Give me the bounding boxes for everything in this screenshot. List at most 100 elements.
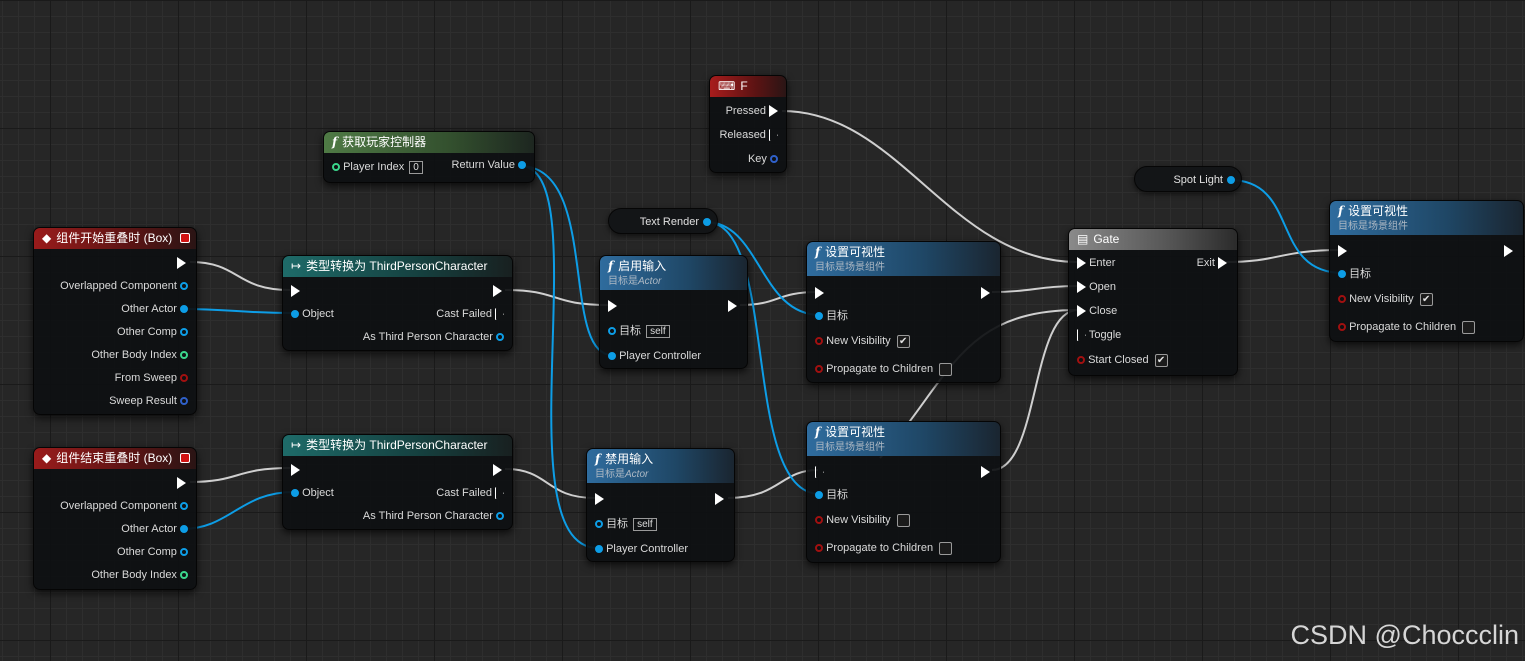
pin-target[interactable]: 目标 self (595, 517, 657, 531)
pin-toggle[interactable]: Toggle (1077, 328, 1121, 342)
exec-out-pin[interactable] (493, 284, 502, 298)
function-f-icon: f (1338, 204, 1344, 218)
node-header[interactable]: ◆ 组件结束重叠时 (Box) (34, 448, 196, 469)
cast-to-character-node[interactable]: ↦ 类型转换为 ThirdPersonCharacter Object Cast … (282, 434, 513, 530)
node-header[interactable]: ◆ 组件开始重叠时 (Box) (34, 228, 196, 249)
variable-output-pin[interactable] (703, 218, 711, 226)
set-visibility-node[interactable]: f 设置可视性 目标是场景组件 目标 New Visibility ✔ Propaga… (1329, 200, 1524, 342)
pin-other-comp[interactable]: Other Comp (117, 325, 188, 339)
pin-enter[interactable]: Enter (1077, 256, 1115, 270)
pin-new-visibility[interactable]: New Visibility ✔ (1338, 292, 1433, 306)
target-self-input[interactable]: self (633, 518, 657, 531)
delegate-pin-icon[interactable] (180, 233, 190, 243)
exec-in-pin[interactable] (815, 465, 824, 479)
start-closed-checkbox[interactable]: ✔ (1154, 353, 1168, 367)
pin-return-value[interactable]: Return Value (452, 158, 526, 172)
input-key-f-node[interactable]: ⌨ F Pressed Released Key (709, 75, 787, 173)
pin-overlapped-component[interactable]: Overlapped Component (60, 499, 188, 513)
exec-out-pin[interactable] (981, 286, 990, 300)
node-header[interactable]: f 设置可视性 目标是场景组件 (807, 422, 1000, 456)
pin-target[interactable]: 目标 (815, 488, 848, 502)
cast-to-character-node[interactable]: ↦ 类型转换为 ThirdPersonCharacter Object Cast … (282, 255, 513, 351)
pin-target[interactable]: 目标 (815, 309, 848, 323)
pin-released[interactable]: Released (719, 128, 778, 142)
variable-output-pin[interactable] (1227, 176, 1235, 184)
node-header[interactable]: f 获取玩家控制器 (324, 132, 534, 153)
pin-pressed[interactable]: Pressed (726, 104, 778, 118)
pin-other-comp[interactable]: Other Comp (117, 545, 188, 559)
pin-key[interactable]: Key (748, 152, 778, 166)
node-header[interactable]: ↦ 类型转换为 ThirdPersonCharacter (283, 435, 512, 456)
pin-object[interactable]: Object (291, 486, 334, 500)
node-header[interactable]: ▤ Gate (1069, 229, 1237, 250)
pin-other-actor[interactable]: Other Actor (121, 302, 188, 316)
exec-in-pin[interactable] (291, 284, 300, 298)
pin-open[interactable]: Open (1077, 280, 1116, 294)
text-render-variable-node[interactable]: Text Render (608, 208, 718, 234)
pin-exit[interactable]: Exit (1197, 256, 1227, 270)
exec-out-pin[interactable] (1504, 244, 1513, 258)
pin-player-controller[interactable]: Player Controller (608, 349, 701, 363)
get-player-controller-node[interactable]: f 获取玩家控制器 Player Index 0 Return Value (323, 131, 535, 183)
pin-overlapped-component[interactable]: Overlapped Component (60, 279, 188, 293)
pin-cast-failed[interactable]: Cast Failed (436, 486, 504, 500)
player-index-input[interactable]: 0 (409, 161, 423, 174)
pin-as-third-person-character[interactable]: As Third Person Character (363, 330, 504, 344)
node-title: 启用输入 (618, 259, 667, 273)
node-title: Gate (1093, 232, 1120, 246)
set-visibility-node[interactable]: f 设置可视性 目标是场景组件 目标 New Visibility Propagat… (806, 421, 1001, 563)
exec-out-pin[interactable] (728, 299, 737, 313)
new-visibility-checkbox[interactable]: ✔ (1419, 292, 1433, 306)
set-visibility-node[interactable]: f 设置可视性 目标是场景组件 目标 New Visibility ✔ Propaga… (806, 241, 1001, 383)
exec-in-pin[interactable] (1338, 244, 1347, 258)
pin-object[interactable]: Object (291, 307, 334, 321)
pin-other-actor[interactable]: Other Actor (121, 522, 188, 536)
pin-player-index[interactable]: Player Index 0 (332, 160, 423, 174)
node-header[interactable]: ⌨ F (710, 76, 786, 97)
target-self-input[interactable]: self (646, 325, 670, 338)
node-header[interactable]: f 设置可视性 目标是场景组件 (1330, 201, 1523, 235)
exec-in-pin[interactable] (595, 492, 604, 506)
pin-propagate-to-children[interactable]: Propagate to Children (815, 362, 953, 376)
pin-propagate-to-children[interactable]: Propagate to Children (1338, 320, 1476, 334)
exec-out-pin[interactable] (493, 463, 502, 477)
exec-wire (727, 469, 819, 499)
delegate-pin-icon[interactable] (180, 453, 190, 463)
disable-input-node[interactable]: f 禁用输入 目标是Actor 目标 self Player Controller (586, 448, 735, 562)
propagate-checkbox[interactable] (939, 362, 953, 376)
pin-player-controller[interactable]: Player Controller (595, 542, 688, 556)
exec-out-pin[interactable] (177, 256, 186, 270)
enable-input-node[interactable]: f 启用输入 目标是Actor 目标 self Player Controller (599, 255, 748, 369)
pin-start-closed[interactable]: Start Closed ✔ (1077, 353, 1168, 367)
pin-cast-failed[interactable]: Cast Failed (436, 307, 504, 321)
exec-out-pin[interactable] (981, 465, 990, 479)
node-header[interactable]: f 设置可视性 目标是场景组件 (807, 242, 1000, 276)
node-header[interactable]: f 启用输入 目标是Actor (600, 256, 747, 290)
pin-other-body-index[interactable]: Other Body Index (91, 348, 188, 362)
spot-light-variable-node[interactable]: Spot Light (1134, 166, 1242, 192)
pin-new-visibility[interactable]: New Visibility ✔ (815, 334, 910, 348)
propagate-checkbox[interactable] (1462, 320, 1476, 334)
exec-in-pin[interactable] (608, 299, 617, 313)
node-header[interactable]: ↦ 类型转换为 ThirdPersonCharacter (283, 256, 512, 277)
pin-other-body-index[interactable]: Other Body Index (91, 568, 188, 582)
event-begin-overlap-node[interactable]: ◆ 组件开始重叠时 (Box) Overlapped Component Othe… (33, 227, 197, 415)
pin-new-visibility[interactable]: New Visibility (815, 513, 910, 527)
gate-macro-node[interactable]: ▤ Gate Enter Exit Open Close Toggle Start… (1068, 228, 1238, 376)
new-visibility-checkbox[interactable] (896, 513, 910, 527)
pin-target[interactable]: 目标 self (608, 324, 670, 338)
exec-in-pin[interactable] (815, 286, 824, 300)
pin-from-sweep[interactable]: From Sweep (115, 371, 188, 385)
exec-out-pin[interactable] (715, 492, 724, 506)
pin-close[interactable]: Close (1077, 304, 1117, 318)
pin-propagate-to-children[interactable]: Propagate to Children (815, 541, 953, 555)
new-visibility-checkbox[interactable]: ✔ (896, 334, 910, 348)
pin-as-third-person-character[interactable]: As Third Person Character (363, 509, 504, 523)
propagate-checkbox[interactable] (939, 541, 953, 555)
pin-target[interactable]: 目标 (1338, 267, 1371, 281)
event-end-overlap-node[interactable]: ◆ 组件结束重叠时 (Box) Overlapped Component Othe… (33, 447, 197, 590)
exec-in-pin[interactable] (291, 463, 300, 477)
pin-sweep-result[interactable]: Sweep Result (109, 394, 188, 408)
exec-out-pin[interactable] (177, 476, 186, 490)
node-header[interactable]: f 禁用输入 目标是Actor (587, 449, 734, 483)
